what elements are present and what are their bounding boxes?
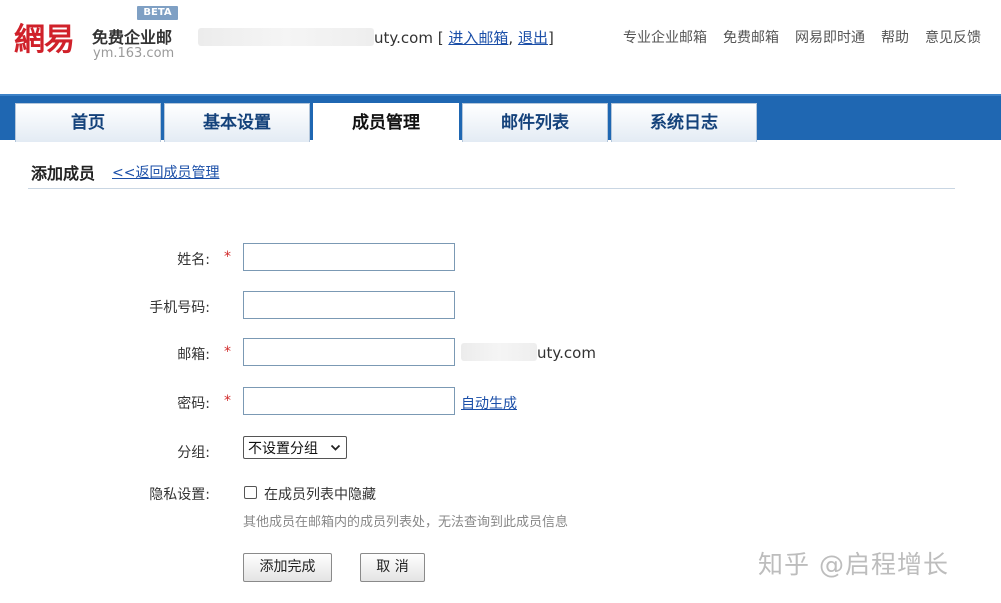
group-select-value: 不设置分组 bbox=[248, 440, 318, 457]
group-label: 分组: bbox=[177, 445, 210, 461]
logo-product-name: 免费企业邮 bbox=[92, 28, 173, 47]
tab-member-management[interactable]: 成员管理 bbox=[313, 103, 459, 143]
phone-label: 手机号码: bbox=[149, 300, 210, 316]
hide-in-member-list-checkbox[interactable] bbox=[244, 486, 257, 499]
submit-add-member-button[interactable]: 添加完成 bbox=[243, 553, 332, 582]
name-label: 姓名: bbox=[177, 252, 210, 268]
hide-in-member-list-label[interactable]: 在成员列表中隐藏 bbox=[264, 484, 376, 504]
nav-feedback[interactable]: 意见反馈 bbox=[925, 27, 981, 47]
password-required-mark: * bbox=[224, 393, 231, 409]
netease-logo[interactable]: 網易 bbox=[14, 20, 75, 60]
account-bracket-close: ] bbox=[547, 29, 554, 47]
name-required-mark: * bbox=[224, 249, 231, 265]
auto-generate-password-link[interactable]: 自动生成 bbox=[461, 393, 517, 413]
back-to-member-management-link[interactable]: <<返回成员管理 bbox=[112, 162, 219, 182]
tab-basic-settings[interactable]: 基本设置 bbox=[164, 103, 310, 142]
logo-domain: ym.163.com bbox=[93, 46, 175, 61]
group-select[interactable]: 不设置分组 bbox=[243, 436, 347, 459]
email-domain-suffix: uty.com bbox=[461, 343, 596, 362]
page-title: 添加成员 bbox=[31, 164, 96, 183]
phone-input[interactable] bbox=[243, 291, 455, 319]
account-separator: , bbox=[508, 29, 514, 47]
account-bracket-open: [ bbox=[437, 29, 444, 47]
zhihu-watermark: 知乎 @启程增长 bbox=[758, 550, 949, 579]
nav-free-mail[interactable]: 免费邮箱 bbox=[723, 27, 779, 47]
top-nav: 专业企业邮箱 免费邮箱 网易即时通 帮助 意见反馈 bbox=[623, 27, 981, 47]
account-domain: uty.com bbox=[374, 29, 433, 47]
password-label: 密码: bbox=[177, 396, 210, 412]
email-label: 邮箱: bbox=[177, 347, 210, 363]
tab-home[interactable]: 首页 bbox=[15, 103, 161, 142]
email-input[interactable] bbox=[243, 338, 455, 366]
email-domain-redacted-mask bbox=[461, 343, 537, 361]
logout-link[interactable]: 退出 bbox=[518, 29, 548, 47]
account-redacted-mask bbox=[198, 28, 374, 46]
main-tab-bar: 首页 基本设置 成员管理 邮件列表 系统日志 bbox=[0, 94, 1001, 143]
tab-system-log[interactable]: 系统日志 bbox=[611, 103, 757, 142]
email-required-mark: * bbox=[224, 344, 231, 360]
beta-badge: BETA bbox=[137, 6, 178, 20]
nav-popo-im[interactable]: 网易即时通 bbox=[795, 27, 865, 47]
account-info: uty.com [ 进入邮箱, 退出] bbox=[198, 27, 554, 48]
nav-pro-enterprise-mail[interactable]: 专业企业邮箱 bbox=[623, 27, 707, 47]
email-domain-text: uty.com bbox=[537, 344, 596, 362]
nav-help[interactable]: 帮助 bbox=[881, 27, 909, 47]
title-divider bbox=[28, 188, 955, 189]
password-input[interactable] bbox=[243, 387, 455, 415]
privacy-label: 隐私设置: bbox=[149, 487, 210, 503]
tab-mail-list[interactable]: 邮件列表 bbox=[462, 103, 608, 142]
chevron-down-icon bbox=[330, 444, 341, 451]
enter-mailbox-link[interactable]: 进入邮箱 bbox=[448, 29, 508, 47]
cancel-button[interactable]: 取 消 bbox=[360, 553, 425, 582]
privacy-hint-text: 其他成员在邮箱内的成员列表处，无法查询到此成员信息 bbox=[243, 515, 569, 530]
name-input[interactable] bbox=[243, 243, 455, 271]
